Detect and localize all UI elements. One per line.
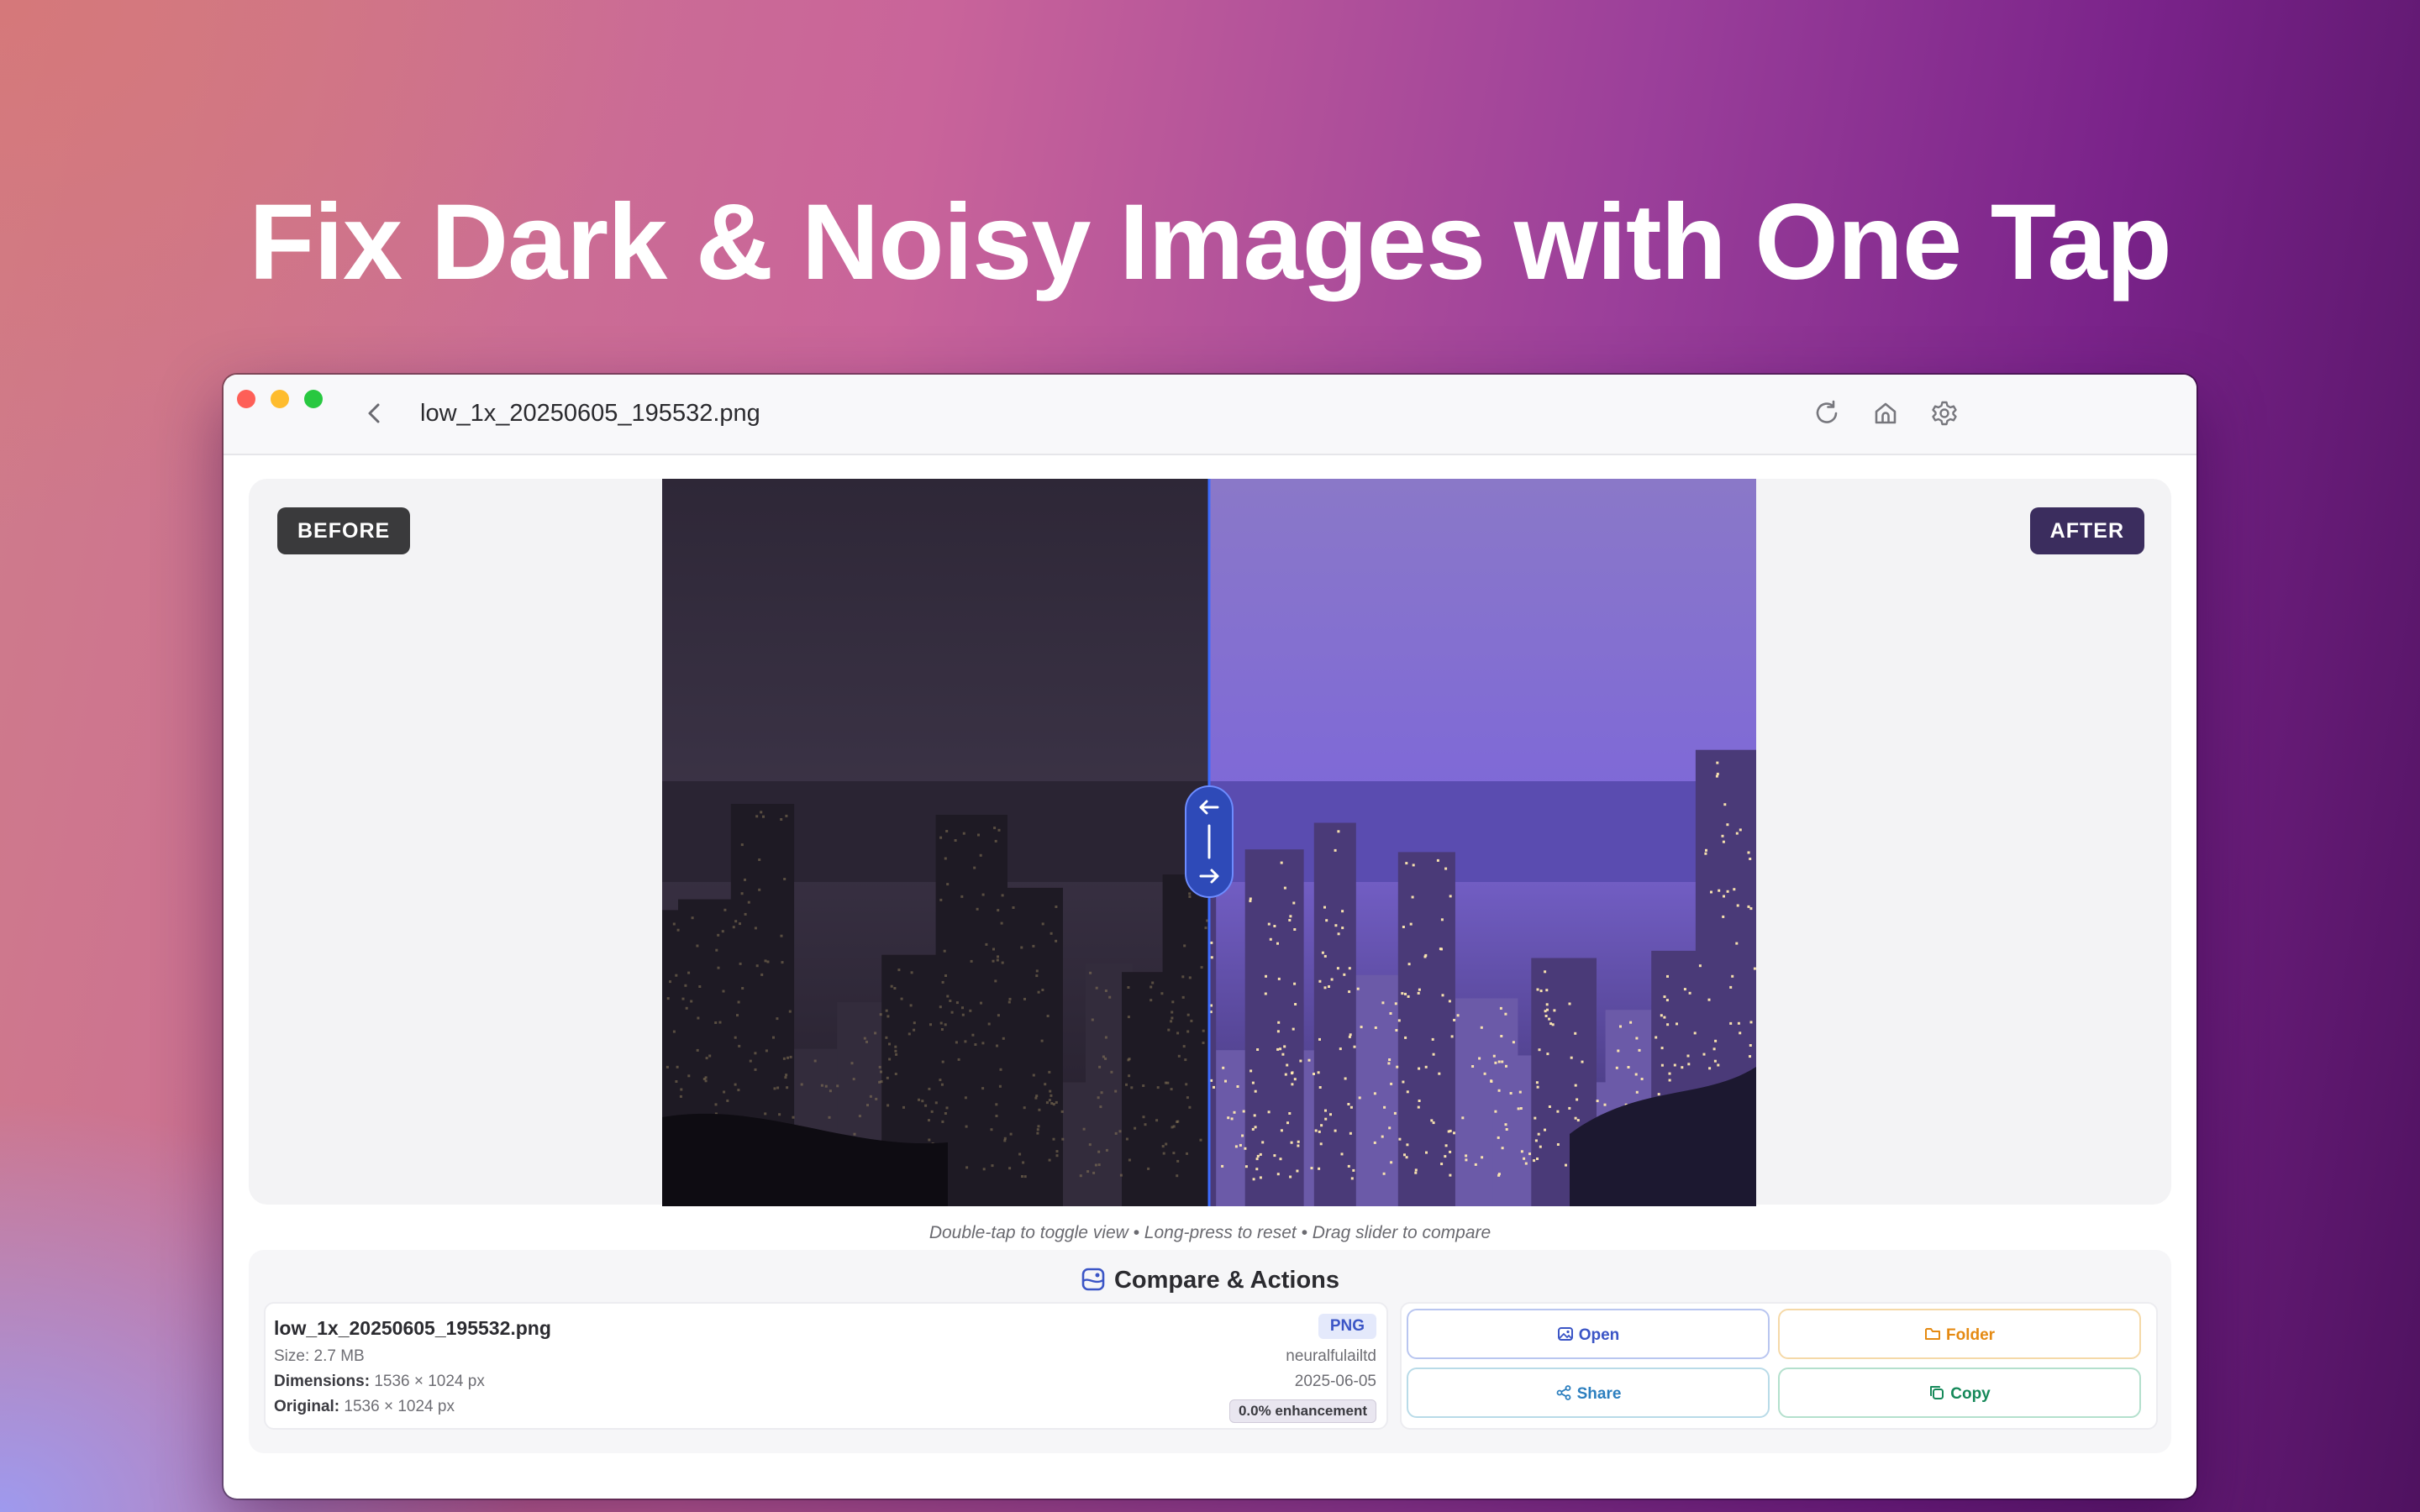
compare-actions-panel: Compare & Actions low_1x_20250605_195532… bbox=[249, 1250, 2171, 1453]
before-badge: BEFORE bbox=[277, 507, 411, 554]
close-window-button[interactable] bbox=[237, 390, 255, 408]
title-bar: low_1x_20250605_195532.png bbox=[224, 375, 2196, 455]
gesture-hint: Double-tap to toggle view • Long-press t… bbox=[929, 1223, 1491, 1242]
image-icon bbox=[1557, 1313, 1574, 1363]
file-original-size: Original: 1536 × 1024 px bbox=[274, 1398, 455, 1415]
actions-title-text: Compare & Actions bbox=[1113, 1267, 1340, 1294]
minimize-window-button[interactable] bbox=[271, 390, 289, 408]
folder-icon bbox=[1924, 1313, 1941, 1363]
back-chevron-icon[interactable] bbox=[358, 396, 392, 430]
folder-button[interactable]: Folder bbox=[1778, 1309, 2141, 1359]
copy-button[interactable]: Copy bbox=[1778, 1368, 2141, 1418]
actions-heading: Compare & Actions bbox=[249, 1267, 2171, 1299]
refresh-icon[interactable] bbox=[1810, 396, 1844, 430]
home-icon[interactable] bbox=[1869, 396, 1902, 430]
file-name: low_1x_20250605_195532.png bbox=[274, 1317, 551, 1339]
file-author: neuralfulailtd bbox=[1286, 1347, 1376, 1365]
after-badge: AFTER bbox=[2029, 507, 2144, 554]
file-info-panel: low_1x_20250605_195532.png Size: 2.7 MB … bbox=[264, 1302, 1388, 1430]
promo-headline: Fix Dark & Noisy Images with One Tap bbox=[249, 182, 2172, 302]
action-buttons: Open Folder Share Copy bbox=[1400, 1302, 2158, 1430]
settings-gear-icon[interactable] bbox=[1928, 396, 1961, 430]
open-button[interactable]: Open bbox=[1407, 1309, 1770, 1359]
file-date: 2025-06-05 bbox=[1294, 1373, 1376, 1390]
city-skyline-image bbox=[662, 479, 1756, 1206]
file-dimensions: Dimensions: 1536 × 1024 px bbox=[274, 1373, 485, 1390]
file-size: Size: 2.7 MB bbox=[274, 1347, 365, 1365]
compare-slider-handle[interactable] bbox=[1185, 785, 1234, 898]
app-window: low_1x_20250605_195532.png BEFORE AFTER … bbox=[224, 375, 2196, 1499]
share-button[interactable]: Share bbox=[1407, 1368, 1770, 1418]
window-title: low_1x_20250605_195532.png bbox=[420, 400, 760, 427]
enhancement-badge: 0.0% enhancement bbox=[1228, 1399, 1376, 1423]
format-badge: PNG bbox=[1318, 1314, 1376, 1339]
compare-icon bbox=[1081, 1267, 1106, 1299]
copy-icon bbox=[1928, 1372, 1945, 1422]
share-icon bbox=[1555, 1372, 1572, 1422]
zoom-window-button[interactable] bbox=[304, 390, 323, 408]
comparison-image[interactable] bbox=[662, 479, 1756, 1206]
